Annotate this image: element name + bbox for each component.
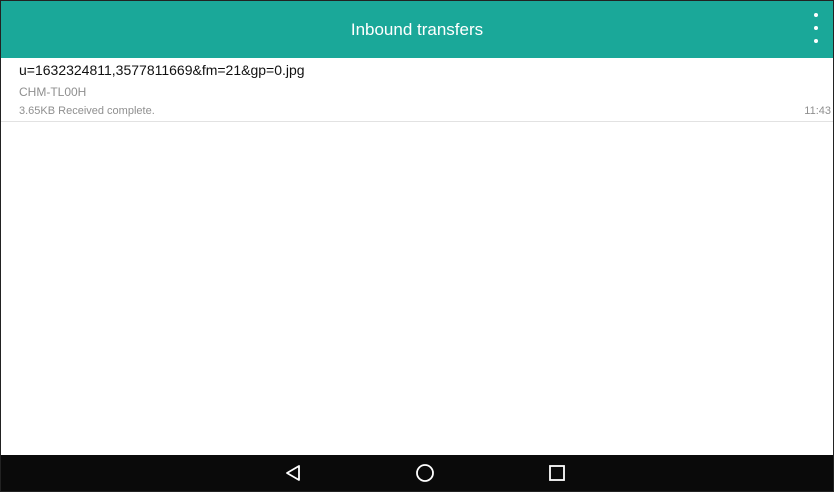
transfer-item[interactable]: u=1632324811,3577811669&fm=21&gp=0.jpg C… (1, 58, 833, 122)
transfer-list: u=1632324811,3577811669&fm=21&gp=0.jpg C… (1, 58, 833, 122)
device-name: CHM-TL00H (19, 85, 87, 99)
file-name: u=1632324811,3577811669&fm=21&gp=0.jpg (19, 62, 305, 78)
menu-dot (814, 39, 818, 43)
menu-dot (814, 26, 818, 30)
home-button[interactable] (412, 461, 438, 485)
phone-screen: Inbound transfers u=1632324811,357781166… (0, 0, 834, 492)
back-triangle-icon (286, 465, 300, 481)
back-button[interactable] (280, 461, 306, 485)
recents-button[interactable] (544, 461, 570, 485)
navigation-bar (1, 455, 833, 491)
home-circle-icon (416, 464, 434, 482)
transfer-time: 11:43 (804, 105, 831, 117)
app-bar: Inbound transfers (1, 1, 833, 58)
transfer-status: 3.65KB Received complete. (19, 105, 155, 117)
menu-dot (814, 13, 818, 17)
page-title: Inbound transfers (350, 20, 484, 39)
recents-square-icon (549, 465, 565, 481)
overflow-menu-icon[interactable] (807, 13, 825, 43)
